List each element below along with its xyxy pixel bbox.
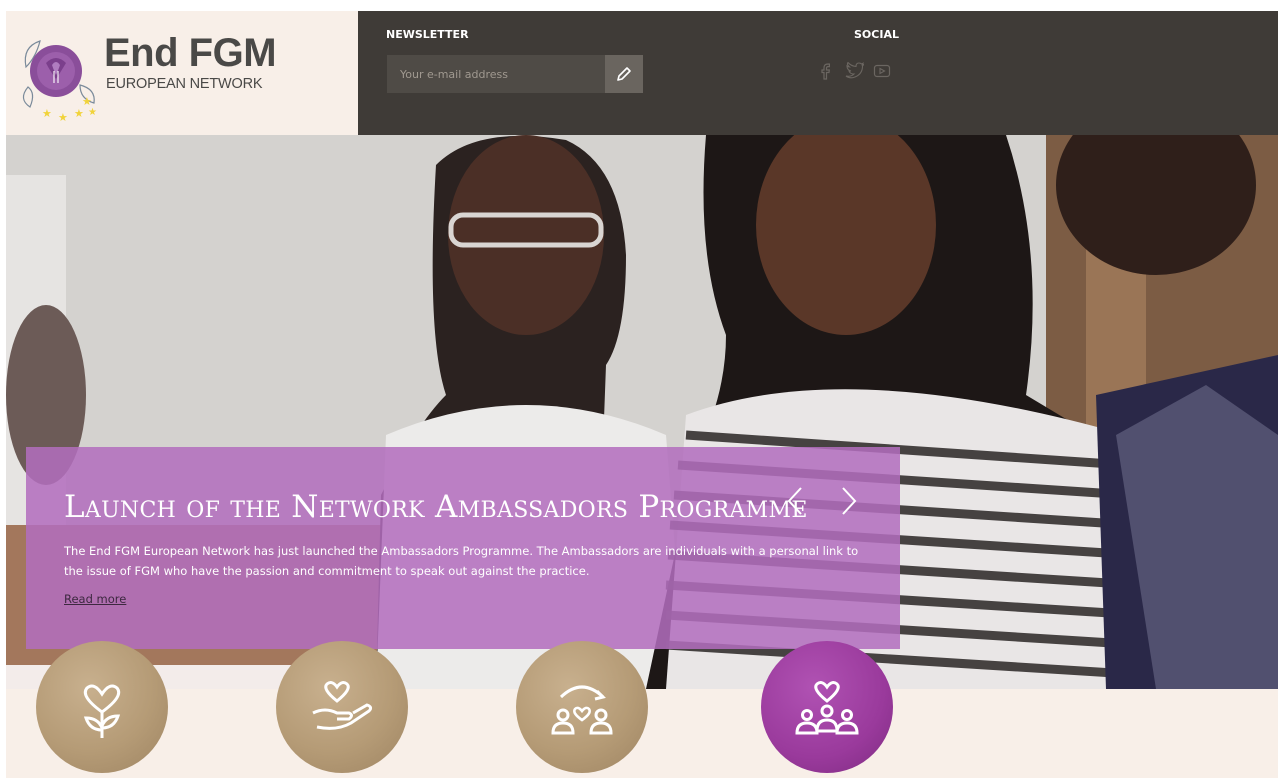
facebook-icon (821, 63, 830, 80)
hero-title: Launch of the Network Ambassadors Progra… (64, 489, 808, 525)
feature-button-help[interactable] (276, 641, 408, 773)
hero-description: The End FGM European Network has just la… (64, 544, 859, 578)
svg-text:★: ★ (74, 107, 84, 120)
page: ★ ★ ★ ★ ★ End FGM EUROPEAN NETWORK NEWSL… (6, 11, 1278, 778)
slider-next-button[interactable] (834, 481, 864, 521)
newsletter-email-input[interactable] (387, 55, 605, 93)
svg-text:★: ★ (42, 107, 52, 120)
chevron-left-icon (787, 487, 802, 515)
read-more-link[interactable]: Read more (64, 592, 126, 606)
social-label: SOCIAL (854, 28, 899, 41)
hero-slider: Launch of the Network Ambassadors Progra… (6, 135, 1278, 689)
slider-prev-button[interactable] (780, 481, 810, 521)
twitter-icon (845, 62, 864, 79)
people-exchange-icon (551, 685, 613, 735)
heart-hand-icon (312, 681, 373, 730)
facebook-link[interactable] (816, 61, 836, 81)
hero-caption: Launch of the Network Ambassadors Progra… (26, 447, 900, 649)
logo-area[interactable]: ★ ★ ★ ★ ★ End FGM EUROPEAN NETWORK (6, 11, 358, 135)
feature-button-community[interactable] (761, 641, 893, 773)
header-bar: NEWSLETTER SOCIAL (358, 11, 1278, 135)
feature-button-support[interactable] (36, 641, 168, 773)
svg-text:★: ★ (58, 111, 68, 123)
rose-logo-icon: ★ ★ ★ ★ ★ (22, 40, 97, 123)
twitter-link[interactable] (844, 61, 864, 81)
social-links (816, 61, 892, 81)
youtube-icon (873, 64, 891, 78)
youtube-link[interactable] (872, 61, 892, 81)
logo-subtitle: EUROPEAN NETWORK (106, 76, 263, 92)
feature-button-exchange[interactable] (516, 641, 648, 773)
newsletter-submit-button[interactable] (605, 55, 643, 93)
newsletter-label: NEWSLETTER (386, 28, 469, 41)
heart-flower-icon (83, 684, 121, 738)
community-heart-icon (795, 681, 859, 735)
pencil-icon (617, 67, 631, 81)
svg-text:★: ★ (88, 107, 97, 118)
chevron-right-icon (842, 487, 857, 515)
logo-title: End FGM (104, 31, 277, 75)
